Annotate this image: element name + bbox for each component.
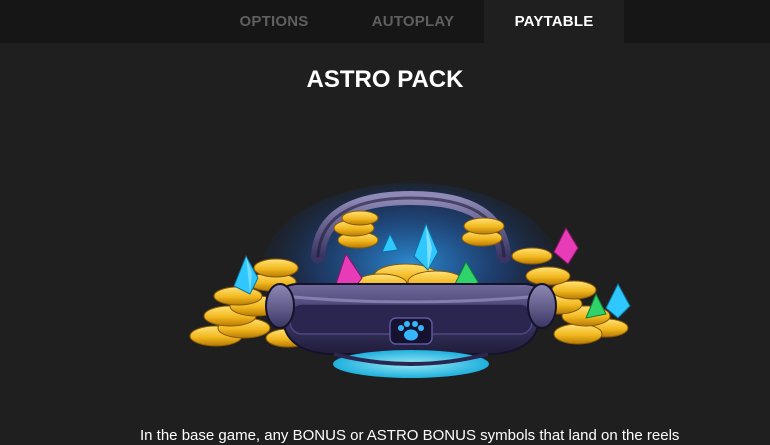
tab-autoplay[interactable]: AUTOPLAY — [342, 0, 484, 43]
tab-options[interactable]: OPTIONS — [210, 0, 338, 43]
page-title: ASTRO PACK — [306, 66, 464, 93]
paw-icon — [389, 317, 433, 345]
tab-paytable[interactable]: PAYTABLE — [484, 0, 624, 43]
astro-pack-icon — [189, 183, 631, 378]
feature-description: In the base game, any BONUS or ASTRO BON… — [140, 427, 680, 444]
top-tab-bar: OPTIONS AUTOPLAY PAYTABLE — [0, 0, 770, 43]
